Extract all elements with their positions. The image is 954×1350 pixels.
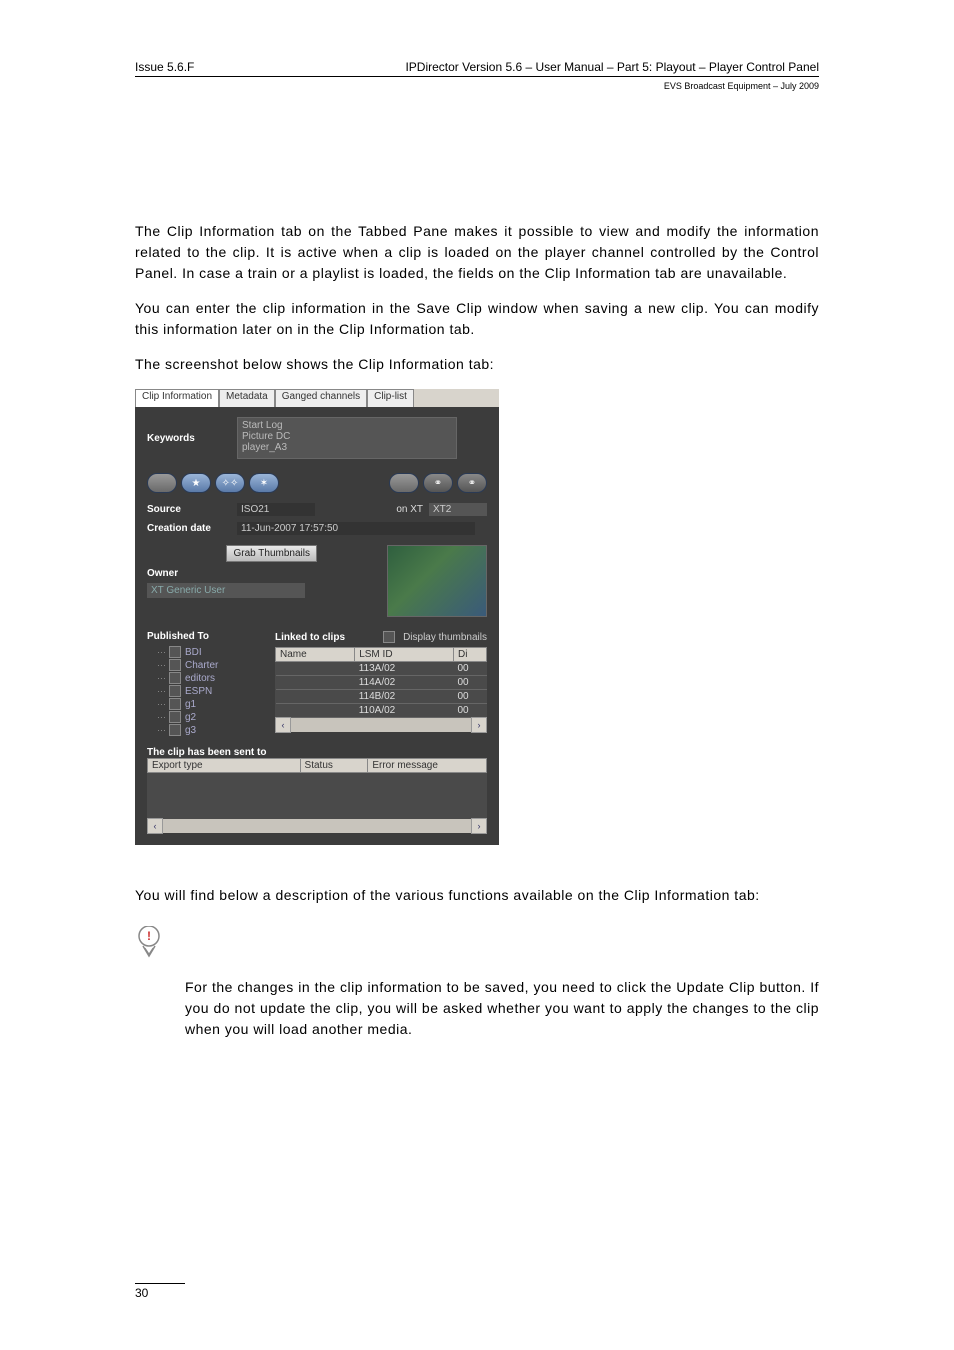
linked-to-clips-label: Linked to clips	[275, 632, 345, 643]
paragraph-1: The Clip Information tab on the Tabbed P…	[135, 221, 819, 284]
tab-clip-information[interactable]: Clip Information	[135, 389, 219, 407]
keywords-label: Keywords	[147, 433, 237, 444]
onxt-label: on XT	[396, 504, 423, 515]
svg-text:!: !	[147, 929, 151, 943]
doc-subtitle: EVS Broadcast Equipment – July 2009	[135, 81, 819, 91]
source-label: Source	[147, 504, 237, 515]
tab-ganged-channels[interactable]: Ganged channels	[275, 389, 367, 407]
issue-label: Issue 5.6.F	[135, 60, 194, 74]
paragraph-3: The screenshot below shows the Clip Info…	[135, 354, 819, 375]
table-row[interactable]: 113A/0200	[276, 662, 487, 676]
source-input[interactable]: ISO21	[237, 503, 315, 516]
note-text: For the changes in the clip information …	[135, 977, 819, 1040]
scroll-right-icon[interactable]: ›	[471, 717, 487, 733]
table-row[interactable]: 114B/0200	[276, 690, 487, 704]
tree-item[interactable]: g2	[147, 711, 267, 723]
thumbnail-preview	[387, 545, 487, 617]
pill-link-icon-1[interactable]: ⚭	[423, 473, 453, 493]
creation-date-label: Creation date	[147, 523, 237, 534]
checkbox-icon[interactable]	[169, 659, 181, 671]
xt-input[interactable]: XT2	[429, 503, 487, 516]
col-export-type[interactable]: Export type	[148, 759, 301, 773]
tree-item[interactable]: g3	[147, 724, 267, 736]
checkbox-icon[interactable]	[169, 672, 181, 684]
keywords-input[interactable]: Start Log Picture DC player_A3	[237, 417, 457, 459]
pill-stars-icon[interactable]: ✧✧	[215, 473, 245, 493]
clip-info-screenshot: Clip Information Metadata Ganged channel…	[135, 389, 499, 845]
col-error-message[interactable]: Error message	[368, 759, 487, 773]
paragraph-4: You will find below a description of the…	[135, 885, 819, 906]
paragraph-2: You can enter the clip information in th…	[135, 298, 819, 340]
checkbox-icon[interactable]	[169, 724, 181, 736]
published-tree: BDI Charter editors ESPN g1 g2 g3	[147, 646, 267, 736]
tab-clip-list[interactable]: Clip-list	[367, 389, 414, 407]
linked-clips-table: Name LSM ID Di 113A/0200 114A/0200 114B/…	[275, 647, 487, 718]
col-name[interactable]: Name	[276, 648, 355, 662]
horizontal-scrollbar-bottom[interactable]: ‹ ›	[147, 819, 487, 833]
table-row[interactable]: 110A/0200	[276, 704, 487, 718]
published-to-label: Published To	[147, 631, 267, 642]
display-thumbnails-checkbox[interactable]	[383, 631, 395, 643]
note-icon: !	[135, 926, 165, 963]
sent-to-label: The clip has been sent to	[147, 747, 487, 758]
display-thumbnails-label: Display thumbnails	[403, 632, 487, 643]
grab-thumbnails-button[interactable]: Grab Thumbnails	[226, 545, 317, 562]
tree-item[interactable]: BDI	[147, 646, 267, 658]
pill-button-5[interactable]	[389, 473, 419, 493]
sent-to-table: Export type Status Error message	[147, 758, 487, 773]
doc-title: IPDirector Version 5.6 – User Manual – P…	[405, 60, 819, 74]
owner-label: Owner	[147, 568, 317, 579]
tab-metadata[interactable]: Metadata	[219, 389, 275, 407]
sent-to-body	[147, 773, 487, 819]
tab-bar: Clip Information Metadata Ganged channel…	[135, 389, 499, 407]
tree-item[interactable]: ESPN	[147, 685, 267, 697]
table-row[interactable]: 114A/0200	[276, 676, 487, 690]
scroll-left-icon[interactable]: ‹	[275, 717, 291, 733]
tree-item[interactable]: editors	[147, 672, 267, 684]
creation-date-input[interactable]: 11-Jun-2007 17:57:50	[237, 522, 475, 535]
scroll-right-icon[interactable]: ›	[471, 818, 487, 834]
checkbox-icon[interactable]	[169, 698, 181, 710]
checkbox-icon[interactable]	[169, 711, 181, 723]
tree-item[interactable]: g1	[147, 698, 267, 710]
checkbox-icon[interactable]	[169, 685, 181, 697]
page-number: 30	[135, 1283, 185, 1300]
pill-star-icon[interactable]: ★	[181, 473, 211, 493]
pill-link-icon-2[interactable]: ⚭	[457, 473, 487, 493]
checkbox-icon[interactable]	[169, 646, 181, 658]
page-header: Issue 5.6.F IPDirector Version 5.6 – Use…	[135, 60, 819, 77]
col-di[interactable]: Di	[454, 648, 487, 662]
tree-item[interactable]: Charter	[147, 659, 267, 671]
pill-gear-icon[interactable]: ✶	[249, 473, 279, 493]
horizontal-scrollbar[interactable]: ‹ ›	[275, 718, 487, 732]
owner-input[interactable]: XT Generic User	[147, 583, 305, 598]
col-status[interactable]: Status	[300, 759, 368, 773]
action-pills: ★ ✧✧ ✶ ⚭ ⚭	[147, 473, 487, 493]
note-block: !	[135, 926, 819, 963]
pill-button-1[interactable]	[147, 473, 177, 493]
col-lsmid[interactable]: LSM ID	[355, 648, 454, 662]
scroll-left-icon[interactable]: ‹	[147, 818, 163, 834]
